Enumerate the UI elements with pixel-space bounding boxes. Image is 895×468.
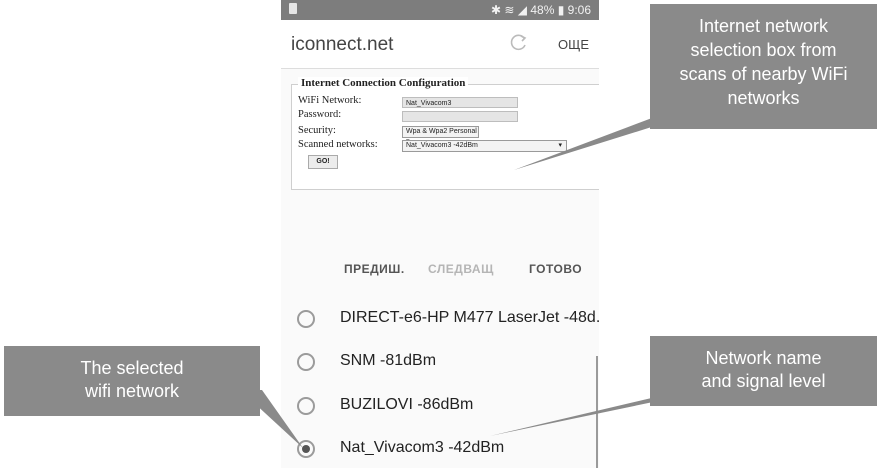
callout-selected-network: The selected wifi network [4,346,260,416]
callout-name-signal: Network name and signal level [650,336,877,406]
callout-line: and signal level [701,371,826,391]
callout-line: scans of nearby WiFi [679,64,848,84]
callout-line: The selected [80,358,184,378]
callout-selection-box: Internet network selection box from scan… [650,4,877,129]
callout-line: networks [727,88,800,108]
callout-line: Network name [705,348,822,368]
callout-line: Internet network [698,16,829,36]
callout-line: wifi network [84,381,180,401]
callout-line: selection box from [690,40,837,60]
